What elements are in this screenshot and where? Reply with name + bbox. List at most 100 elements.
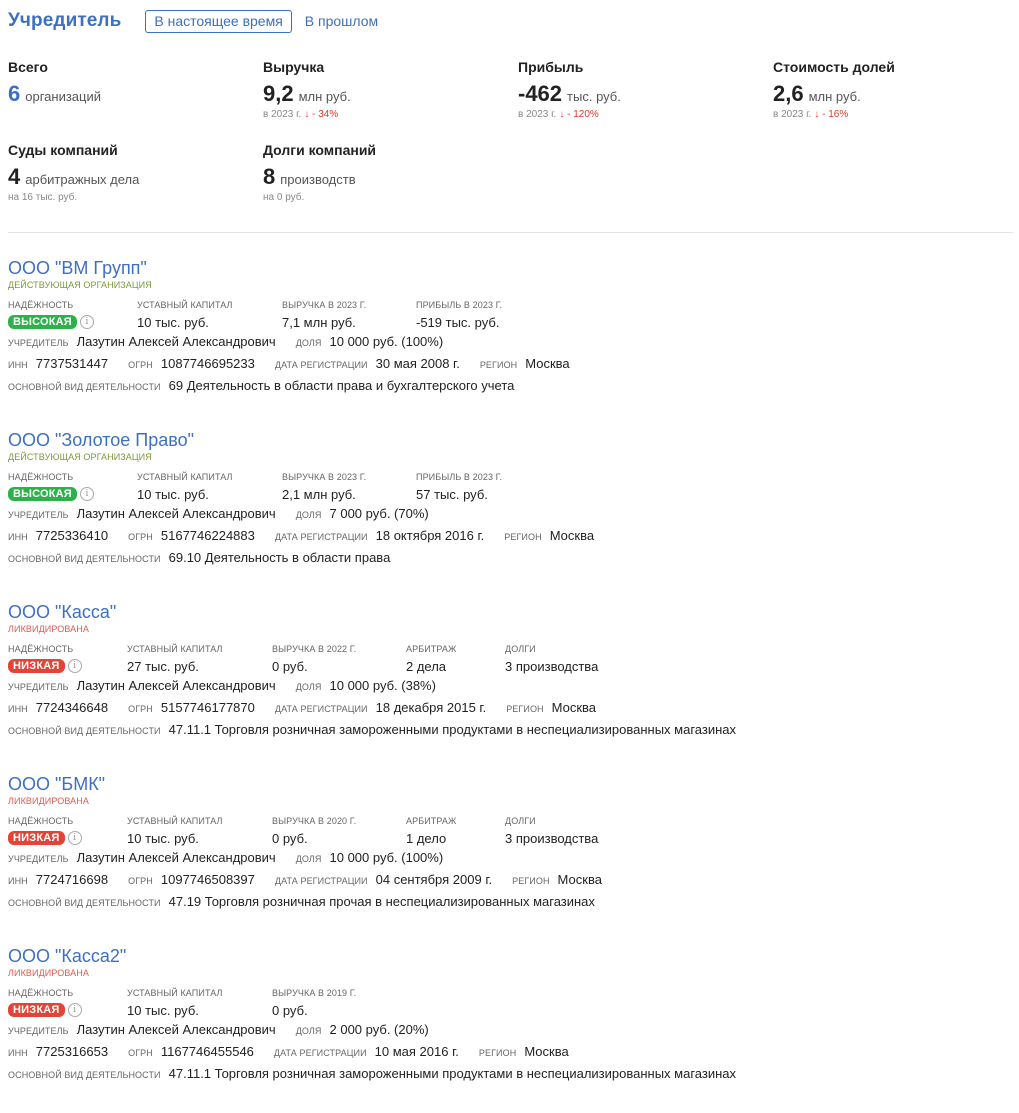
inn-value: 7724716698 xyxy=(35,872,109,887)
debts-value: 3 производства xyxy=(505,830,599,846)
stat-label: Долги компаний xyxy=(263,142,377,158)
info-icon[interactable]: i xyxy=(79,487,94,501)
debts-label: Долги xyxy=(505,816,536,826)
arrow-down-icon: ↓ xyxy=(814,109,820,120)
stat-value[interactable]: 6 xyxy=(8,81,20,107)
info-icon[interactable]: i xyxy=(79,315,94,329)
capital-label: Уставный капитал xyxy=(137,472,233,482)
share-label: Доля xyxy=(295,1026,322,1036)
stat-value: 9,2 xyxy=(263,81,294,106)
ogrn-label: ОГРН xyxy=(128,360,153,370)
company-name[interactable]: ООО "Касса2" xyxy=(8,945,1008,967)
company-status: Ликвидирована xyxy=(8,796,89,806)
founder-value[interactable]: Лазутин Алексей Александрович xyxy=(77,850,276,865)
region-value: Москва xyxy=(524,1044,569,1059)
ogrn-label: ОГРН xyxy=(128,1048,153,1058)
info-icon[interactable]: i xyxy=(67,659,82,673)
company-status: Действующая организация xyxy=(8,452,152,462)
capital-value: 10 тыс. руб. xyxy=(137,314,209,330)
company-card: ООО "Золотое Право" Действующая организа… xyxy=(8,429,1008,568)
inn-value: 7725316653 xyxy=(35,1044,109,1059)
ogrn-value: 5167746224883 xyxy=(160,528,255,543)
company-card: ООО "Касса" Ликвидирована Надёжность Низ… xyxy=(8,601,1008,740)
inn-value: 7724346648 xyxy=(35,700,109,715)
revenue-label: Выручка в 2020 г. xyxy=(272,816,357,826)
founder-value[interactable]: Лазутин Алексей Александрович xyxy=(77,1022,276,1037)
info-icon[interactable]: i xyxy=(67,831,82,845)
reliability-badge: Высокая xyxy=(8,315,77,329)
activity-label: Основной вид деятельности xyxy=(8,1070,161,1080)
share-value: 2 000 руб. (20%) xyxy=(329,1022,429,1037)
arrow-down-icon: ↓ xyxy=(559,109,565,120)
company-status: Действующая организация xyxy=(8,280,152,290)
share-label: Доля xyxy=(295,510,322,520)
company-name[interactable]: ООО "Касса" xyxy=(8,601,1008,623)
activity-label: Основной вид деятельности xyxy=(8,382,161,392)
revenue-label: Выручка в 2023 г. xyxy=(282,472,367,482)
company-name[interactable]: ООО "БМК" xyxy=(8,773,1008,795)
ogrn-value: 1087746695233 xyxy=(160,356,255,371)
capital-value: 10 тыс. руб. xyxy=(127,830,199,846)
tab-past[interactable]: В прошлом xyxy=(305,13,378,29)
company-card: ООО "Касса2" Ликвидирована Надёжность Ни… xyxy=(8,945,1008,1084)
ogrn-value: 1097746508397 xyxy=(160,872,255,887)
reliability-label: Надёжность xyxy=(8,988,74,998)
page-header: Учредитель В настоящее время В прошлом xyxy=(8,8,378,34)
stat-unit: тыс. руб. xyxy=(567,89,621,104)
inn-label: ИНН xyxy=(8,704,28,714)
share-label: Доля xyxy=(295,338,322,348)
stat-total: Всего 6 организаций xyxy=(8,59,101,107)
tab-present[interactable]: В настоящее время xyxy=(145,9,292,33)
stat-unit: производств xyxy=(280,172,356,187)
stat-courts: Суды компаний 4 арбитражных дела на 16 т… xyxy=(8,142,139,204)
ogrn-label: ОГРН xyxy=(128,704,153,714)
founder-label: Учредитель xyxy=(8,682,69,692)
stat-year: в 2023 г. xyxy=(773,109,812,120)
inn-label: ИНН xyxy=(8,1048,28,1058)
ogrn-value: 1167746455546 xyxy=(160,1044,254,1059)
revenue-value: 0 руб. xyxy=(272,830,308,846)
reg-date-value: 18 октября 2016 г. xyxy=(375,528,485,543)
activity-label: Основной вид деятельности xyxy=(8,898,161,908)
info-icon[interactable]: i xyxy=(67,1003,82,1017)
stat-value: 2,6 xyxy=(773,81,804,106)
region-label: Регион xyxy=(506,704,544,714)
company-name[interactable]: ООО "ВМ Групп" xyxy=(8,257,1008,279)
company-card: ООО "ВМ Групп" Действующая организация Н… xyxy=(8,257,1008,396)
capital-value: 10 тыс. руб. xyxy=(137,486,209,502)
revenue-value: 2,1 млн руб. xyxy=(282,486,356,502)
stat-label: Выручка xyxy=(263,59,325,75)
stat-sub: на 16 тыс. руб. xyxy=(8,192,78,203)
activity-value: 47.11.1 Торговля розничная замороженными… xyxy=(168,722,737,737)
revenue-value: 0 руб. xyxy=(272,658,308,674)
stat-value: 4 xyxy=(8,164,21,189)
profit-label: Прибыль в 2023 г. xyxy=(416,300,503,310)
founder-value[interactable]: Лазутин Алексей Александрович xyxy=(77,334,276,349)
region-label: Регион xyxy=(512,876,550,886)
founder-value[interactable]: Лазутин Алексей Александрович xyxy=(77,506,276,521)
company-name[interactable]: ООО "Золотое Право" xyxy=(8,429,1008,451)
activity-label: Основной вид деятельности xyxy=(8,554,161,564)
founder-value[interactable]: Лазутин Алексей Александрович xyxy=(77,678,276,693)
stat-change: - 16% xyxy=(822,109,849,120)
share-value: 7 000 руб. (70%) xyxy=(329,506,429,521)
reg-date-value: 10 мая 2016 г. xyxy=(374,1044,459,1059)
revenue-label: Выручка в 2023 г. xyxy=(282,300,367,310)
debts-value: 3 производства xyxy=(505,658,599,674)
founder-label: Учредитель xyxy=(8,338,69,348)
profit-label: Прибыль в 2023 г. xyxy=(416,472,503,482)
founder-label: Учредитель xyxy=(8,854,69,864)
activity-value: 69 Деятельность в области права и бухгал… xyxy=(168,378,515,393)
reg-date-value: 18 декабря 2015 г. xyxy=(375,700,487,715)
reliability-label: Надёжность xyxy=(8,816,74,826)
arbitration-label: Арбитраж xyxy=(406,816,457,826)
debts-label: Долги xyxy=(505,644,536,654)
reliability-badge: Высокая xyxy=(8,487,77,501)
profit-value: -519 тыс. руб. xyxy=(416,314,500,330)
reliability-label: Надёжность xyxy=(8,644,74,654)
share-label: Доля xyxy=(295,682,322,692)
reg-date-value: 30 мая 2008 г. xyxy=(375,356,460,371)
stat-label: Всего xyxy=(8,59,48,75)
region-value: Москва xyxy=(557,872,602,887)
reliability-badge: Низкая xyxy=(8,659,65,673)
